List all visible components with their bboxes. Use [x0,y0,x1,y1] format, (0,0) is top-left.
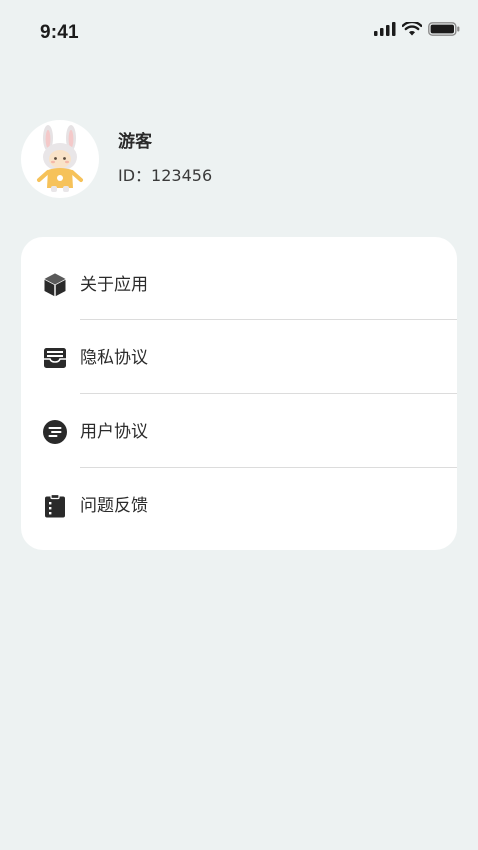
divider [80,467,457,468]
status-icons [374,20,460,38]
settings-menu-card: 关于应用 隐私协议 用户协议 问题反馈 [21,237,457,550]
profile-name: 游客 [118,132,152,152]
clipboard-icon [45,493,65,518]
avatar[interactable] [21,120,99,198]
menu-item-feedback[interactable]: 问题反馈 [21,469,457,543]
signal-icon [374,22,396,36]
rabbit-avatar-icon [37,125,83,192]
menu-label: 问题反馈 [80,496,148,516]
battery-icon [428,22,460,36]
menu-label: 用户协议 [80,422,148,442]
profile-header: 游客 ID：123456 [21,120,212,198]
status-time: 9:41 [40,22,79,43]
list-circle-icon [43,420,67,444]
divider [80,319,457,320]
menu-label: 关于应用 [80,275,148,295]
cube-icon [44,273,66,297]
profile-id: ID：123456 [118,166,213,185]
profile-info: 游客 ID：123456 [118,131,212,187]
status-bar: 9:41 [0,0,478,64]
menu-item-about-app[interactable]: 关于应用 [21,248,457,322]
menu-label: 隐私协议 [80,348,148,368]
inbox-icon [44,348,66,368]
menu-item-user-agreement[interactable]: 用户协议 [21,395,457,469]
menu-item-privacy-policy[interactable]: 隐私协议 [21,321,457,395]
wifi-icon [402,22,422,36]
divider [80,393,457,394]
